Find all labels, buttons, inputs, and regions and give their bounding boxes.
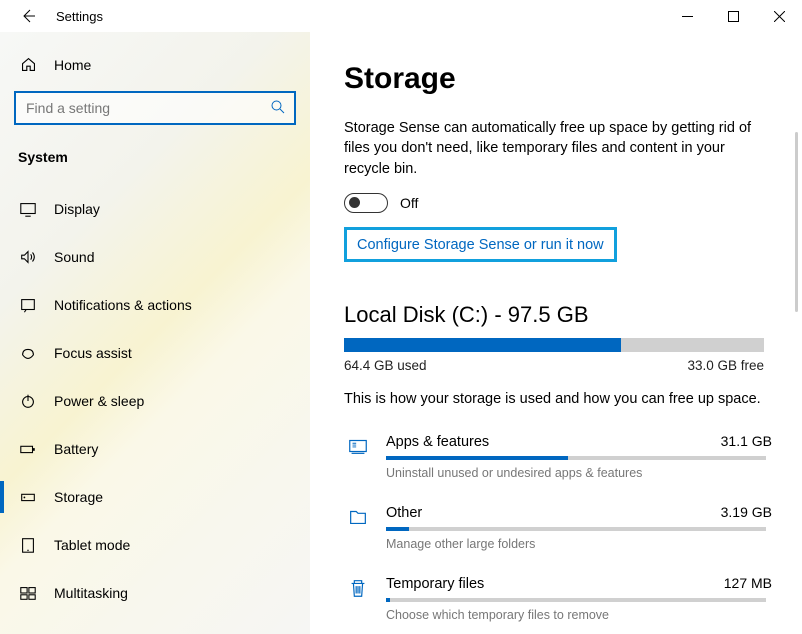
page-title: Storage: [344, 62, 772, 96]
folder-icon: [344, 504, 372, 551]
sidebar-item-tablet[interactable]: Tablet mode: [0, 521, 310, 569]
minimize-button[interactable]: [664, 0, 710, 32]
sound-icon: [18, 248, 38, 266]
storage-icon: [18, 488, 38, 506]
disk-usage-bar: [344, 338, 764, 352]
sidebar-item-display[interactable]: Display: [0, 185, 310, 233]
configure-link-highlight: Configure Storage Sense or run it now: [344, 227, 617, 262]
multitasking-icon: [18, 584, 38, 602]
category-apps[interactable]: Apps & features31.1 GB Uninstall unused …: [344, 427, 772, 498]
maximize-button[interactable]: [710, 0, 756, 32]
power-icon: [18, 392, 38, 410]
storage-sense-description: Storage Sense can automatically free up …: [344, 118, 772, 179]
close-button[interactable]: [756, 0, 802, 32]
sidebar-item-storage[interactable]: Storage: [0, 473, 310, 521]
category-other[interactable]: Other3.19 GB Manage other large folders: [344, 498, 772, 569]
disk-used-label: 64.4 GB used: [344, 358, 427, 373]
usage-description: This is how your storage is used and how…: [344, 391, 772, 407]
home-icon: [18, 56, 38, 73]
trash-icon: [344, 575, 372, 622]
disk-free-label: 33.0 GB free: [687, 358, 764, 373]
sidebar-item-notifications[interactable]: Notifications & actions: [0, 281, 310, 329]
sidebar-item-focus-assist[interactable]: Focus assist: [0, 329, 310, 377]
sidebar-item-sound[interactable]: Sound: [0, 233, 310, 281]
display-icon: [18, 200, 38, 218]
window-title: Settings: [56, 9, 103, 24]
search-input[interactable]: [26, 100, 270, 116]
sidebar-item-power[interactable]: Power & sleep: [0, 377, 310, 425]
sidebar-item-battery[interactable]: Battery: [0, 425, 310, 473]
scrollbar[interactable]: [795, 132, 798, 312]
content-pane: Storage Storage Sense can automatically …: [310, 32, 802, 634]
search-box[interactable]: [14, 91, 296, 125]
back-button[interactable]: [12, 0, 44, 32]
sidebar-section-system: System: [0, 143, 310, 185]
titlebar: Settings: [0, 0, 802, 32]
sidebar: Home System Display Sound Notifications …: [0, 32, 310, 634]
home-label: Home: [54, 57, 91, 73]
toggle-state-label: Off: [400, 195, 418, 211]
battery-icon: [18, 440, 38, 458]
focus-assist-icon: [18, 344, 38, 362]
notifications-icon: [18, 296, 38, 314]
disk-heading: Local Disk (C:) - 97.5 GB: [344, 302, 772, 328]
search-icon: [270, 99, 286, 118]
apps-icon: [344, 433, 372, 480]
tablet-icon: [18, 536, 38, 554]
storage-sense-toggle[interactable]: [344, 193, 388, 213]
configure-storage-sense-link[interactable]: Configure Storage Sense or run it now: [357, 237, 604, 253]
sidebar-item-multitasking[interactable]: Multitasking: [0, 569, 310, 617]
sidebar-item-home[interactable]: Home: [0, 46, 310, 83]
category-temp[interactable]: Temporary files127 MB Choose which tempo…: [344, 569, 772, 634]
